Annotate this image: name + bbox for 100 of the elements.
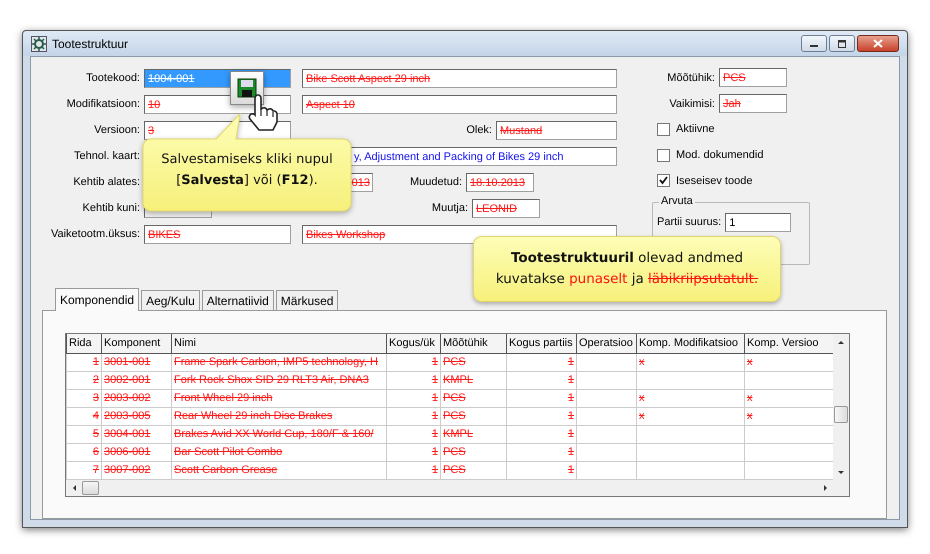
column-header[interactable]: Kogus/ük <box>386 334 440 353</box>
vertical-scrollbar[interactable] <box>833 334 849 480</box>
save-button[interactable] <box>230 71 264 105</box>
table-cell: x <box>636 407 744 425</box>
table-cell: 1 <box>506 461 576 479</box>
table-cell: 2003-005 <box>102 407 172 425</box>
input-field[interactable]: 1 <box>725 212 792 232</box>
field-label: Kehtib kuni: <box>82 202 140 214</box>
table-cell: PCS <box>440 443 506 461</box>
tab[interactable]: Komponendid <box>55 288 140 311</box>
input-field[interactable]: Bike Scott Aspect 29 inch <box>302 68 617 88</box>
table-cell: 1 <box>386 371 440 389</box>
field-label: Partii suurus: <box>657 216 722 228</box>
table-cell: 2 <box>66 371 102 389</box>
table-cell: 1 <box>506 407 576 425</box>
close-button[interactable] <box>857 35 899 52</box>
field-label: Tehnol. kaart: <box>72 150 140 162</box>
table-cell: 5 <box>66 425 102 443</box>
table-cell: 1 <box>386 425 440 443</box>
field-label: Olek: <box>466 124 492 136</box>
table-cell: 1 <box>506 425 576 443</box>
input-field[interactable]: LEONID <box>472 198 540 218</box>
table-cell: KMPL <box>440 425 506 443</box>
tab[interactable]: Aeg/Kulu <box>141 290 200 310</box>
field-label: Versioon: <box>93 124 140 136</box>
table-cell: 1 <box>386 407 440 425</box>
column-header[interactable]: Komp. Modifikatsioo <box>636 334 744 353</box>
checkbox-label: Mod. dokumendid <box>676 149 764 162</box>
checkbox[interactable] <box>657 148 670 162</box>
field-label: Vaikimisi: <box>668 98 715 110</box>
table-cell: 1 <box>506 371 576 389</box>
field-label: Mõõtühik: <box>667 72 715 84</box>
input-field[interactable]: PCS <box>719 68 787 88</box>
field-label: Vaiketootm.üksus: <box>50 228 140 240</box>
table-cell: PCS <box>440 353 506 371</box>
close-icon <box>873 39 883 48</box>
checkbox-label: Aktiivne <box>676 123 715 136</box>
column-header[interactable]: Mõõtühik <box>440 334 506 353</box>
maximize-button[interactable] <box>829 35 855 52</box>
table-cell: 1 <box>506 353 576 371</box>
input-field[interactable]: Mustand <box>496 120 617 140</box>
column-header[interactable]: Rida <box>66 334 102 353</box>
input-field[interactable]: 18.10.2013 <box>466 172 534 192</box>
table-cell: 6 <box>66 443 102 461</box>
table-cell: 3004-001 <box>102 425 172 443</box>
table-cell: Brakes Avid XX World Cup, 180/F & 160/ <box>172 425 386 443</box>
table-cell: 1 <box>506 389 576 407</box>
field-label: Muutja: <box>432 202 468 214</box>
table-cell: 1 <box>386 443 440 461</box>
checkbox[interactable] <box>657 122 670 136</box>
table-cell: Scott Carbon Grease <box>172 461 386 479</box>
table-cell: Front Wheel 29 inch <box>172 389 386 407</box>
scrollbar-thumb[interactable] <box>82 480 99 494</box>
table-cell: PCS <box>440 407 506 425</box>
column-header[interactable]: Kogus partiis <box>506 334 576 353</box>
field-label: Muudetud: <box>409 176 462 188</box>
table-cell: 4 <box>66 407 102 425</box>
input-field[interactable]: Jah <box>719 94 787 114</box>
table-cell: KMPL <box>440 371 506 389</box>
table-cell: 3006-001 <box>102 443 172 461</box>
table-cell: 7 <box>66 461 102 479</box>
table-cell: 1 <box>506 443 576 461</box>
column-header[interactable]: Nimi <box>172 334 386 353</box>
input-field[interactable]: BIKES <box>144 224 291 244</box>
table-cell: 1 <box>386 461 440 479</box>
field-label: Modifikatsioon: <box>66 98 140 110</box>
horizontal-scrollbar[interactable] <box>66 480 833 496</box>
maximize-icon <box>837 40 847 48</box>
table-cell: PCS <box>440 461 506 479</box>
window-title: Tootestruktuur <box>52 36 128 50</box>
table-cell: PCS <box>440 389 506 407</box>
group-title: Arvuta <box>659 194 695 207</box>
table-cell: 1 <box>386 389 440 407</box>
table-cell: 1 <box>386 353 440 371</box>
table-cell: 1 <box>66 353 102 371</box>
table-cell: 3 <box>66 389 102 407</box>
tab[interactable]: Alternatiivid <box>202 290 274 310</box>
scrollbar-thumb[interactable] <box>834 406 848 423</box>
field-label: Tootekood: <box>85 72 140 84</box>
table-cell: 2003-002 <box>102 389 172 407</box>
column-header[interactable]: Operatsioo <box>576 334 636 353</box>
table-cell: Rear Wheel 29 inch Disc Brakes <box>172 407 386 425</box>
checkbox-label: Iseseisev toode <box>676 174 752 187</box>
table-cell: 3007-002 <box>102 461 172 479</box>
table-cell: x <box>636 389 744 407</box>
table-cell: Bar Scott Pilot Combo <box>172 443 386 461</box>
tooltip-text: Tootestruktuuril olevad andmed kuvatakse punaselt ja läbikriipsutatult. <box>494 249 760 289</box>
table-cell: 3001-001 <box>102 353 172 371</box>
minimize-button[interactable] <box>801 35 827 52</box>
table-cell: x <box>636 353 744 371</box>
field-label: Kehtib alates: <box>72 176 140 188</box>
column-header[interactable]: Komponent <box>102 334 172 353</box>
table-cell: Frame Spark Carbon, IMP5 technology, H <box>172 353 386 371</box>
input-field[interactable]: Aspect 10 <box>302 94 617 114</box>
checkbox[interactable] <box>657 174 670 188</box>
tab[interactable]: Märkused <box>276 290 338 310</box>
gear-icon <box>31 36 47 52</box>
table-cell: 3002-001 <box>102 371 172 389</box>
table-cell: Fork Rock Shox SID 29 RLT3 Air, DNA3 <box>172 371 386 389</box>
column-header[interactable]: Komp. Versioo <box>744 334 834 353</box>
